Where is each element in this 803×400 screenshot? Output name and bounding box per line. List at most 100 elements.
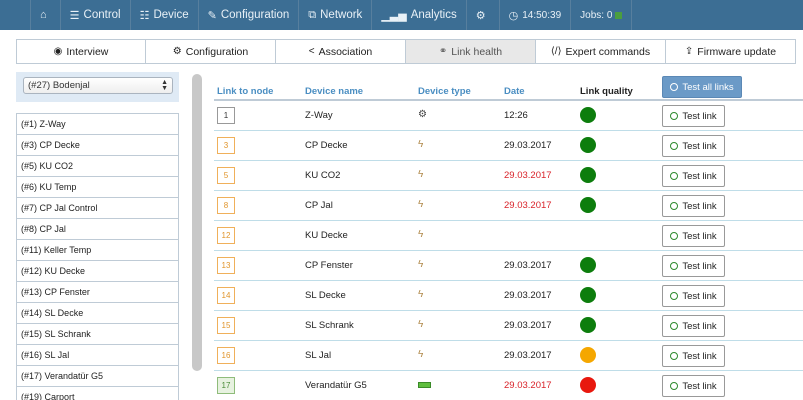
gear-icon: ⚙ — [418, 109, 427, 120]
battery-icon — [418, 382, 431, 388]
node-link-badge[interactable]: 16 — [217, 347, 235, 364]
tab-expert-commands[interactable]: ⟨/⟩ Expert commands — [536, 39, 666, 64]
nav-home[interactable]: ⌂ — [30, 0, 61, 30]
home-icon: ⌂ — [40, 9, 47, 21]
nav-settings[interactable]: ⚙ — [467, 0, 500, 30]
select-arrows-icon: ▲ ▼ — [161, 78, 168, 92]
device-select[interactable]: (#27) Bodenjal ▲ ▼ — [23, 77, 173, 94]
tab-configuration[interactable]: ⚙ Configuration — [146, 39, 276, 64]
link-quality-indicator — [580, 317, 596, 333]
table-header: Link to node Device name Device type Dat… — [214, 76, 803, 101]
node-link-badge[interactable]: 12 — [217, 227, 235, 244]
table-row: 5 KU CO2 ϟ 29.03.2017 Test link — [214, 161, 803, 191]
bolt-icon: ϟ — [418, 199, 424, 210]
test-link-button[interactable]: Test link — [662, 315, 725, 337]
test-link-button[interactable]: Test link — [662, 225, 725, 247]
device-list-item[interactable]: (#8) CP Jal — [17, 219, 178, 240]
node-link-badge[interactable]: 15 — [217, 317, 235, 334]
nav-control-label: Control — [83, 9, 121, 21]
test-link-button[interactable]: Test link — [662, 375, 725, 397]
device-name-cell: Z-Way — [305, 110, 333, 121]
link-quality-indicator — [580, 137, 596, 153]
tab-label: Interview — [66, 45, 109, 58]
node-link-badge[interactable]: 3 — [217, 137, 235, 154]
refresh-icon — [670, 83, 679, 91]
test-link-button[interactable]: Test link — [662, 285, 725, 307]
nav-device[interactable]: ☷ Device — [131, 0, 199, 30]
test-all-links-button[interactable]: Test all links — [662, 76, 742, 98]
jobs-status-icon — [615, 11, 623, 19]
test-link-button[interactable]: Test link — [662, 135, 725, 157]
node-link-badge[interactable]: 5 — [217, 167, 235, 184]
test-link-label: Test link — [682, 170, 717, 182]
device-select-value: (#27) Bodenjal — [28, 80, 90, 91]
tab-interview[interactable]: ◉ Interview — [16, 39, 146, 64]
test-link-button[interactable]: Test link — [662, 255, 725, 277]
refresh-icon — [670, 262, 679, 270]
header-date[interactable]: Date — [504, 86, 525, 97]
table-row: 16 SL Jal ϟ 29.03.2017 Test link — [214, 341, 803, 371]
device-list-item[interactable]: (#13) CP Fenster — [17, 282, 178, 303]
nav-analytics[interactable]: ▁▃▅ Analytics — [372, 0, 467, 30]
device-list-item[interactable]: (#19) Carport — [17, 387, 178, 400]
device-list-item[interactable]: (#14) SL Decke — [17, 303, 178, 324]
device-list-item[interactable]: (#7) CP Jal Control — [17, 198, 178, 219]
table-row: 15 SL Schrank ϟ 29.03.2017 Test link — [214, 311, 803, 341]
nav-jobs[interactable]: Jobs: 0 — [571, 0, 633, 30]
tab-label: Expert commands — [565, 45, 651, 58]
device-name-cell: Verandatür G5 — [305, 380, 367, 391]
device-name-cell: SL Decke — [305, 290, 346, 301]
device-list-item[interactable]: (#3) CP Decke — [17, 135, 178, 156]
device-list-item[interactable]: (#17) Verandatür G5 — [17, 366, 178, 387]
nav-configuration[interactable]: ✎ Configuration — [199, 0, 300, 30]
bolt-icon: ϟ — [418, 139, 424, 150]
device-list-item[interactable]: (#15) SL Schrank — [17, 324, 178, 345]
device-name-cell: KU CO2 — [305, 170, 341, 181]
nav-control[interactable]: ☰ Control — [61, 0, 131, 30]
header-device-name[interactable]: Device name — [305, 86, 363, 97]
device-list-item[interactable]: (#1) Z-Way — [17, 114, 178, 135]
device-list-item[interactable]: (#16) SL Jal — [17, 345, 178, 366]
device-list-item[interactable]: (#11) Keller Temp — [17, 240, 178, 261]
device-list-item[interactable]: (#6) KU Temp — [17, 177, 178, 198]
refresh-icon — [670, 172, 679, 180]
nav-network[interactable]: ⧉ Network — [299, 0, 373, 30]
header-link-to-node[interactable]: Link to node — [217, 86, 273, 97]
tab-firmware-update[interactable]: ⇪ Firmware update — [666, 39, 796, 64]
date-cell: 29.03.2017 — [504, 320, 552, 331]
code-icon: ⟨/⟩ — [550, 46, 562, 57]
nav-network-label: Network — [320, 9, 363, 21]
tab-label: Association — [318, 45, 373, 58]
device-name-cell: SL Schrank — [305, 320, 354, 331]
device-list-item[interactable]: (#5) KU CO2 — [17, 156, 178, 177]
tab-association[interactable]: < Association — [276, 39, 406, 64]
device-list: (#1) Z-Way (#3) CP Decke (#5) KU CO2 (#6) K… — [16, 113, 179, 400]
node-link-badge[interactable]: 1 — [217, 107, 235, 124]
device-list-item[interactable]: (#12) KU Decke — [17, 261, 178, 282]
link-quality-indicator — [580, 167, 596, 183]
database-icon: ☷ — [139, 9, 150, 22]
nav-configuration-label: Configuration — [220, 9, 290, 21]
device-name-cell: CP Jal — [305, 200, 333, 211]
test-link-label: Test link — [682, 110, 717, 122]
date-cell: 29.03.2017 — [504, 200, 552, 211]
refresh-icon — [670, 232, 679, 240]
refresh-icon — [670, 352, 679, 360]
link-quality-indicator — [580, 197, 596, 213]
tab-label: Link health — [451, 45, 503, 58]
test-link-button[interactable]: Test link — [662, 195, 725, 217]
tab-link-health[interactable]: ⚭ Link health — [406, 39, 536, 64]
clock-icon: ◷ — [508, 9, 519, 22]
test-link-button[interactable]: Test link — [662, 345, 725, 367]
refresh-icon — [670, 322, 679, 330]
node-link-badge[interactable]: 8 — [217, 197, 235, 214]
table-row: 8 CP Jal ϟ 29.03.2017 Test link — [214, 191, 803, 221]
device-name-cell: KU Decke — [305, 230, 348, 241]
node-link-badge[interactable]: 13 — [217, 257, 235, 274]
test-link-button[interactable]: Test link — [662, 165, 725, 187]
node-link-badge[interactable]: 17 — [217, 377, 235, 394]
header-device-type[interactable]: Device type — [418, 86, 471, 97]
test-link-button[interactable]: Test link — [662, 105, 725, 127]
sidebar-scrollbar[interactable] — [192, 74, 202, 371]
node-link-badge[interactable]: 14 — [217, 287, 235, 304]
